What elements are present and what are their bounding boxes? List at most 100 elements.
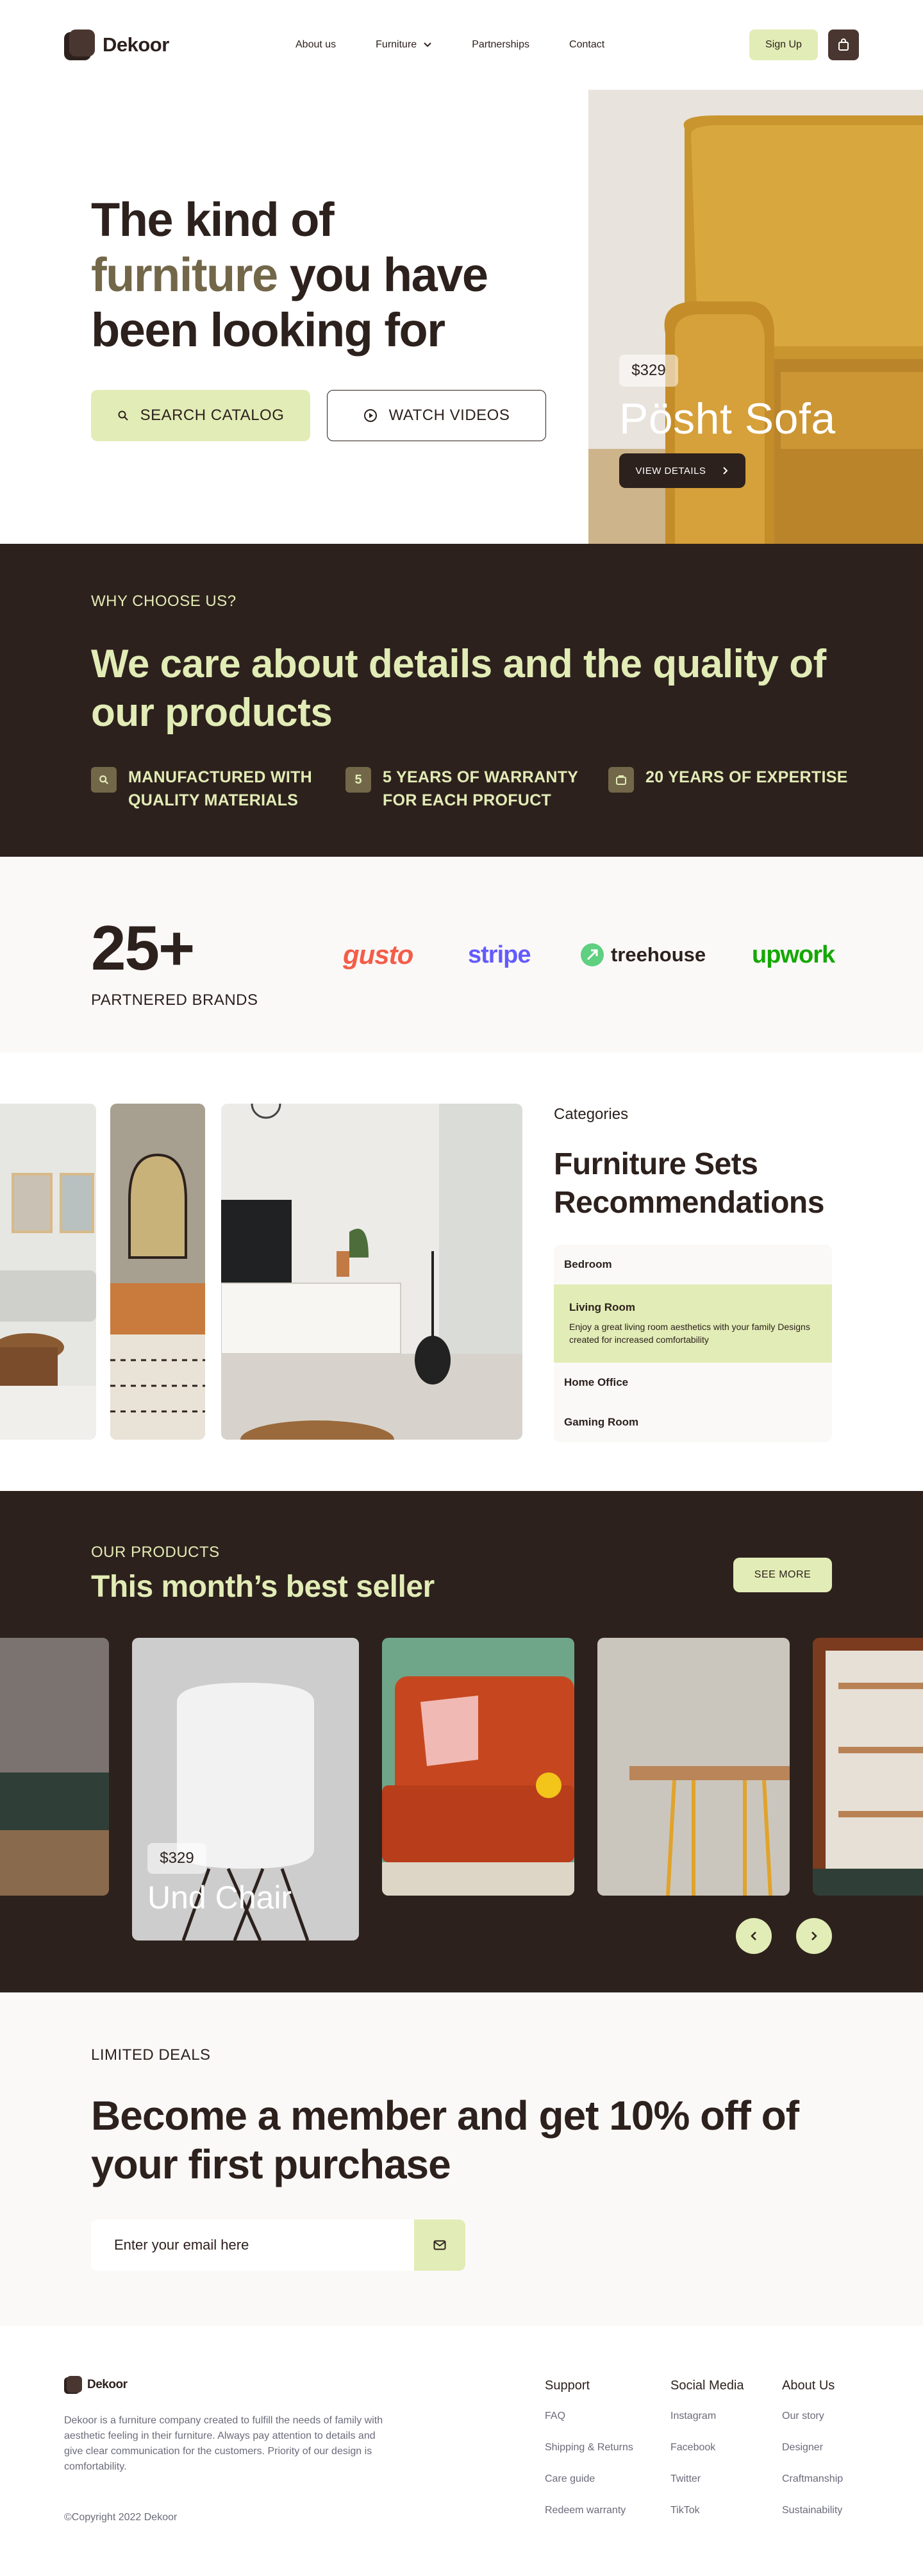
deals-eyebrow: LIMITED DEALS bbox=[91, 2046, 211, 2064]
hero-title: The kind of furniture you have been look… bbox=[91, 192, 540, 358]
footer: Dekoor Dekoor is a furniture company cre… bbox=[0, 2326, 923, 2557]
footer-logo[interactable]: Dekoor bbox=[64, 2376, 128, 2394]
footer-link[interactable]: Twitter bbox=[670, 2471, 744, 2503]
logo-text: Dekoor bbox=[103, 33, 169, 56]
signup-button[interactable]: Sign Up bbox=[749, 29, 818, 60]
why-title: We care about details and the quality of… bbox=[91, 642, 826, 735]
hero-product-price: $329 bbox=[619, 355, 678, 387]
footer-link[interactable]: FAQ bbox=[545, 2409, 633, 2440]
footer-column-support: Support FAQ Shipping & Returns Care guid… bbox=[545, 2378, 633, 2534]
newsletter-form bbox=[91, 2219, 465, 2271]
product-card[interactable] bbox=[813, 1638, 923, 1896]
hero-product-image: $329 Pösht Sofa VIEW DETAILS bbox=[588, 90, 923, 544]
number-five-icon: 5 bbox=[345, 767, 371, 793]
footer-link[interactable]: Redeem warranty bbox=[545, 2503, 633, 2534]
why-eyebrow: WHY CHOOSE US? bbox=[91, 593, 237, 610]
brand-label: PARTNERED BRANDS bbox=[91, 991, 258, 1009]
feature-item: MANUFACTURED WITH QUALITY MATERIALS bbox=[91, 766, 345, 812]
category-image-living-room-3 bbox=[221, 1104, 522, 1440]
footer-link[interactable]: Care guide bbox=[545, 2471, 633, 2503]
product-card[interactable] bbox=[597, 1638, 790, 1896]
category-item-bedroom[interactable]: Bedroom bbox=[554, 1245, 832, 1284]
product-card[interactable] bbox=[382, 1638, 574, 1896]
search-icon bbox=[118, 410, 128, 421]
category-item-description: Enjoy a great living room aesthetics wit… bbox=[569, 1322, 810, 1345]
treehouse-leaf-icon bbox=[581, 943, 604, 966]
feature-item: 5 5 YEARS OF WARRANTY FOR EACH PROFUCT bbox=[345, 766, 608, 812]
product-price: $329 bbox=[147, 1843, 206, 1874]
nav-link-partnerships[interactable]: Partnerships bbox=[472, 39, 529, 51]
logo[interactable]: Dekoor bbox=[64, 29, 169, 60]
logo-mark-icon bbox=[64, 29, 95, 60]
mail-icon bbox=[433, 2240, 446, 2250]
best-title: This month’s best seller bbox=[91, 1570, 435, 1604]
category-item-gaming-room[interactable]: Gaming Room bbox=[554, 1402, 832, 1442]
chevron-right-icon bbox=[723, 467, 728, 475]
footer-link[interactable]: Craftmanship bbox=[782, 2471, 843, 2503]
categories-eyebrow: Categories bbox=[554, 1106, 629, 1123]
footer-link[interactable]: Facebook bbox=[670, 2440, 744, 2471]
category-image-living-room-1 bbox=[0, 1104, 96, 1440]
cart-button[interactable] bbox=[828, 29, 859, 60]
category-image-living-room-2 bbox=[110, 1104, 205, 1440]
view-details-button[interactable]: VIEW DETAILS bbox=[619, 453, 745, 488]
footer-logo-text: Dekoor bbox=[87, 2378, 128, 2391]
nav-link-furniture[interactable]: Furniture bbox=[376, 39, 432, 51]
see-more-button[interactable]: SEE MORE bbox=[733, 1558, 832, 1592]
nav-actions: Sign Up bbox=[749, 29, 859, 60]
search-catalog-label: SEARCH CATALOG bbox=[140, 407, 285, 424]
deals-title: Become a member and get 10% off of your … bbox=[91, 2092, 799, 2187]
view-details-label: VIEW DETAILS bbox=[635, 465, 706, 476]
feature-text: MANUFACTURED WITH QUALITY MATERIALS bbox=[128, 768, 313, 809]
carousel-next-button[interactable] bbox=[796, 1918, 832, 1954]
top-navbar: Dekoor About us Furniture Partnerships C… bbox=[0, 0, 923, 90]
brand-logo-treehouse: treehouse bbox=[580, 932, 706, 977]
email-submit-button[interactable] bbox=[414, 2219, 465, 2271]
nav-links: About us Furniture Partnerships Contact bbox=[295, 39, 604, 51]
nav-link-about[interactable]: About us bbox=[295, 39, 336, 51]
footer-column-social: Social Media Instagram Facebook Twitter … bbox=[670, 2378, 744, 2534]
footer-link[interactable]: Shipping & Returns bbox=[545, 2440, 633, 2471]
search-catalog-button[interactable]: SEARCH CATALOG bbox=[91, 390, 310, 441]
email-input[interactable] bbox=[91, 2219, 414, 2271]
chevron-down-icon bbox=[424, 42, 431, 47]
nav-link-contact[interactable]: Contact bbox=[569, 39, 604, 51]
footer-link[interactable]: Designer bbox=[782, 2440, 843, 2471]
best-eyebrow: OUR PRODUCTS bbox=[91, 1544, 220, 1561]
play-circle-icon bbox=[363, 409, 377, 422]
hero-title-part1: The kind of bbox=[91, 193, 335, 246]
footer-link[interactable]: Sustainability bbox=[782, 2503, 843, 2534]
logo-mark-icon bbox=[64, 2376, 82, 2394]
feature-text: 20 YEARS OF EXPERTISE bbox=[645, 768, 848, 786]
hero-section: The kind of furniture you have been look… bbox=[0, 90, 923, 544]
category-item-home-office[interactable]: Home Office bbox=[554, 1363, 832, 1402]
footer-column-title: Social Media bbox=[670, 2378, 744, 2393]
category-item-label: Living Room bbox=[569, 1301, 635, 1313]
footer-link[interactable]: Our story bbox=[782, 2409, 843, 2440]
feature-item: 20 YEARS OF EXPERTISE bbox=[608, 766, 848, 812]
brand-logo-gusto: gusto bbox=[343, 939, 413, 970]
briefcase-icon bbox=[608, 767, 634, 793]
categories-title: Furniture Sets Recommendations bbox=[554, 1147, 824, 1220]
footer-column-about: About Us Our story Designer Craftmanship… bbox=[782, 2378, 843, 2534]
watch-videos-button[interactable]: WATCH VIDEOS bbox=[327, 390, 546, 441]
category-item-living-room[interactable]: Living Room Enjoy a great living room ae… bbox=[554, 1284, 832, 1363]
product-card-featured[interactable]: $329 Und Chair bbox=[132, 1638, 359, 1940]
brand-logo-stripe: stripe bbox=[468, 941, 531, 968]
categories-section: Categories Furniture Sets Recommendation… bbox=[0, 1052, 923, 1491]
carousel-prev-button[interactable] bbox=[736, 1918, 772, 1954]
brand-logo-upwork: upwork bbox=[752, 941, 835, 968]
search-icon bbox=[91, 767, 117, 793]
brands-section: 25+ PARTNERED BRANDS gusto stripe treeho… bbox=[0, 857, 923, 1052]
watch-videos-label: WATCH VIDEOS bbox=[388, 407, 510, 424]
why-choose-section: WHY CHOOSE US? We care about details and… bbox=[0, 544, 923, 857]
chevron-left-icon bbox=[751, 1932, 756, 1940]
footer-link[interactable]: TikTok bbox=[670, 2503, 744, 2534]
footer-link[interactable]: Instagram bbox=[670, 2409, 744, 2440]
treehouse-wordmark: treehouse bbox=[611, 943, 706, 966]
footer-copyright: ©Copyright 2022 Dekoor bbox=[64, 2512, 178, 2523]
hero-product-name: Pösht Sofa bbox=[619, 394, 836, 443]
nav-link-furniture-label: Furniture bbox=[376, 39, 417, 50]
deals-section: LIMITED DEALS Become a member and get 10… bbox=[0, 1992, 923, 2326]
product-card[interactable] bbox=[0, 1638, 109, 1896]
